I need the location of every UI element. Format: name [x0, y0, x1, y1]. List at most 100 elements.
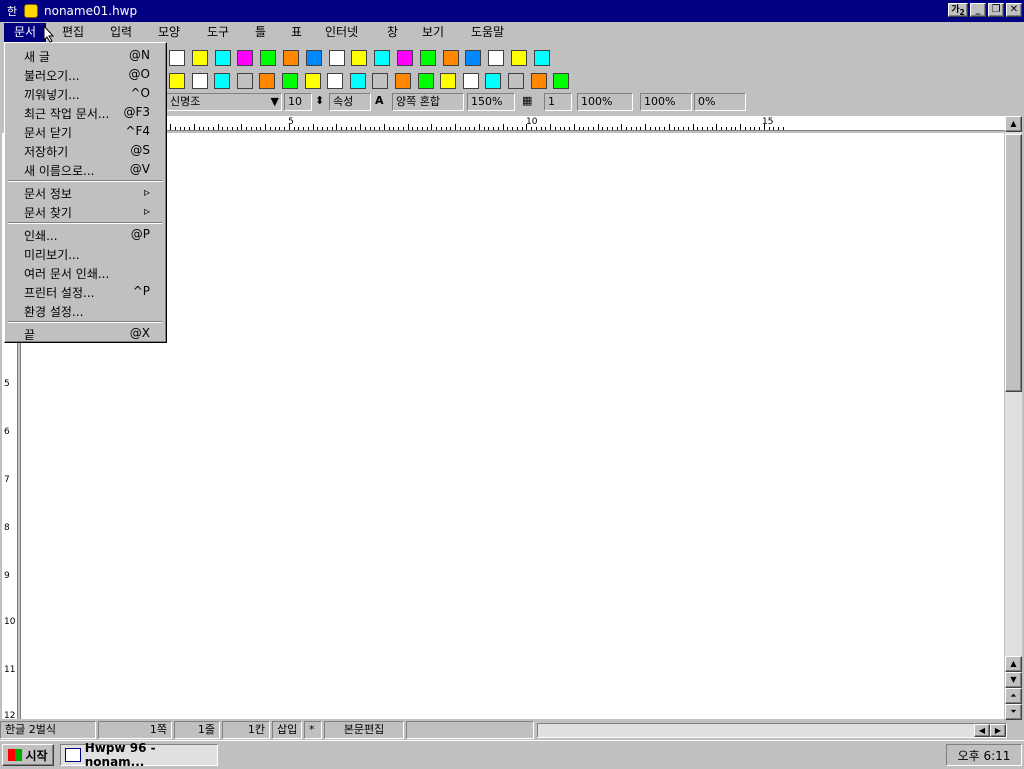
drawing-tool-button[interactable] — [528, 70, 550, 92]
scroll-up-icon[interactable]: ▲ — [1005, 116, 1022, 132]
menu-item[interactable]: 문서 정보 ▹ — [6, 183, 164, 202]
drawing-tool-button[interactable] — [482, 70, 504, 92]
menu-format[interactable]: 모양 — [158, 23, 180, 42]
toolbar-button[interactable] — [531, 47, 553, 69]
toolbar-button[interactable] — [371, 47, 393, 69]
toolbar-button[interactable] — [394, 47, 416, 69]
horizontal-ruler[interactable]: 5 10 15 — [166, 116, 1006, 131]
ime-indicator[interactable]: 가2 — [948, 3, 968, 17]
toolbar-button[interactable] — [303, 47, 325, 69]
menu-separator — [8, 222, 162, 224]
menu-item[interactable]: 새 이름으로... @V — [6, 160, 164, 179]
scroll-thumb[interactable] — [1005, 134, 1022, 392]
line-spacing-field[interactable]: 150% — [467, 93, 515, 111]
menu-help[interactable]: 도움말 — [471, 23, 504, 42]
toolbar-glyph-icon — [237, 50, 254, 66]
width-ratio-field[interactable]: 100% — [577, 93, 633, 111]
menu-item[interactable]: 인쇄... @P — [6, 225, 164, 244]
menu-internet[interactable]: 인터넷 — [325, 23, 358, 42]
system-tray-clock[interactable]: 오후 6:11 — [946, 744, 1022, 766]
menu-item[interactable]: 최근 작업 문서... @F3 — [6, 103, 164, 122]
horizontal-scrollbar[interactable]: ◀ ▶ — [537, 723, 1007, 738]
toolbar-button[interactable] — [508, 47, 530, 69]
minimize-button[interactable]: _ — [970, 3, 986, 17]
scroll-right-icon[interactable]: ▶ — [990, 724, 1006, 737]
drawing-tool-button[interactable] — [211, 70, 233, 92]
menu-item[interactable]: 프린터 설정... ^P — [6, 282, 164, 301]
menu-item[interactable]: 여러 문서 인쇄... — [6, 263, 164, 282]
page-up-icon[interactable]: ⏶ — [1005, 688, 1022, 704]
drawing-tool-button[interactable] — [550, 70, 572, 92]
drawing-tool-button[interactable] — [505, 70, 527, 92]
toolbar-button[interactable] — [417, 47, 439, 69]
menu-document[interactable]: 문서 — [4, 23, 47, 42]
status-insert-mode[interactable]: 삽입 — [272, 721, 302, 739]
menu-item[interactable]: 미리보기... — [6, 244, 164, 263]
menu-item[interactable]: 끝 @X — [6, 324, 164, 343]
menu-window[interactable]: 창 — [387, 23, 398, 42]
toolbar-button[interactable] — [234, 47, 256, 69]
menu-item[interactable]: 저장하기 @S — [6, 141, 164, 160]
font-select[interactable]: 신명조 ▼ — [166, 93, 282, 111]
attribute-field[interactable]: 속성 — [329, 93, 371, 111]
menu-view[interactable]: 보기 — [422, 23, 444, 42]
menu-item[interactable]: 환경 설정... — [6, 301, 164, 320]
hangul-app-icon[interactable]: 한 — [4, 3, 20, 19]
toolbar-button[interactable] — [326, 47, 348, 69]
drawing-tool-button[interactable] — [460, 70, 482, 92]
scroll-down-icon[interactable]: ▼ — [1005, 672, 1022, 688]
ruler-tick — [440, 127, 442, 130]
menu-item[interactable]: 문서 찾기 ▹ — [6, 202, 164, 221]
menu-item[interactable]: 불러오기... @O — [6, 65, 164, 84]
drawing-tool-button[interactable] — [166, 70, 188, 92]
start-button[interactable]: 시작 — [2, 744, 54, 766]
drawing-tool-button[interactable] — [324, 70, 346, 92]
menu-edit[interactable]: 편집 — [62, 23, 84, 42]
ruler-label: 7 — [4, 475, 10, 485]
page-down-icon[interactable]: ⏷ — [1005, 704, 1022, 720]
spinner-icon[interactable]: ⬍ — [312, 93, 328, 111]
menu-frame[interactable]: 틀 — [255, 23, 266, 42]
scroll-left-icon[interactable]: ◀ — [974, 724, 990, 737]
menu-item[interactable]: 문서 닫기 ^F4 — [6, 122, 164, 141]
menu-tools[interactable]: 도구 — [207, 23, 229, 42]
drawing-tool-button[interactable] — [415, 70, 437, 92]
restore-button[interactable]: ❐ — [988, 3, 1004, 17]
drawing-tool-button[interactable] — [369, 70, 391, 92]
close-button[interactable]: ✕ — [1006, 3, 1022, 17]
document-editor[interactable] — [20, 133, 1004, 719]
menu-item[interactable]: 끼워넣기... ^O — [6, 84, 164, 103]
drawing-tool-button[interactable] — [437, 70, 459, 92]
columns-field[interactable]: 1 — [544, 93, 572, 111]
toolbar-button[interactable] — [348, 47, 370, 69]
drawing-tool-button[interactable] — [279, 70, 301, 92]
char-shape-button[interactable]: A — [372, 93, 388, 111]
toolbar-button[interactable] — [212, 47, 234, 69]
scroll-up-icon[interactable]: ▲ — [1005, 656, 1022, 672]
ruler-tick — [184, 127, 186, 130]
toolbar-button[interactable] — [166, 47, 188, 69]
drawing-tool-button[interactable] — [256, 70, 278, 92]
toolbar-button[interactable] — [257, 47, 279, 69]
align-select[interactable]: 양쪽 혼합 — [392, 93, 464, 111]
menu-item[interactable]: 새 글 @N — [6, 46, 164, 65]
toolbar-button[interactable] — [189, 47, 211, 69]
windows-logo-icon — [8, 749, 23, 761]
height-ratio-field[interactable]: 100% — [640, 93, 692, 111]
letter-spacing-field[interactable]: 0% — [694, 93, 746, 111]
drawing-tool-button[interactable] — [392, 70, 414, 92]
drawing-tool-button[interactable] — [302, 70, 324, 92]
column-icon[interactable]: ▦ — [519, 93, 543, 111]
vertical-scrollbar[interactable]: ▲ ▲ ▼ ⏶ ⏷ — [1005, 116, 1022, 720]
taskbar-item-hwp[interactable]: Hwpw 96 - nonam... — [60, 741, 218, 769]
font-size-field[interactable]: 10 — [284, 93, 312, 111]
menu-insert[interactable]: 입력 — [110, 23, 132, 42]
toolbar-button[interactable] — [280, 47, 302, 69]
drawing-tool-button[interactable] — [234, 70, 256, 92]
drawing-tool-button[interactable] — [189, 70, 211, 92]
menu-table[interactable]: 표 — [291, 23, 302, 42]
toolbar-button[interactable] — [462, 47, 484, 69]
toolbar-button[interactable] — [485, 47, 507, 69]
drawing-tool-button[interactable] — [347, 70, 369, 92]
toolbar-button[interactable] — [440, 47, 462, 69]
